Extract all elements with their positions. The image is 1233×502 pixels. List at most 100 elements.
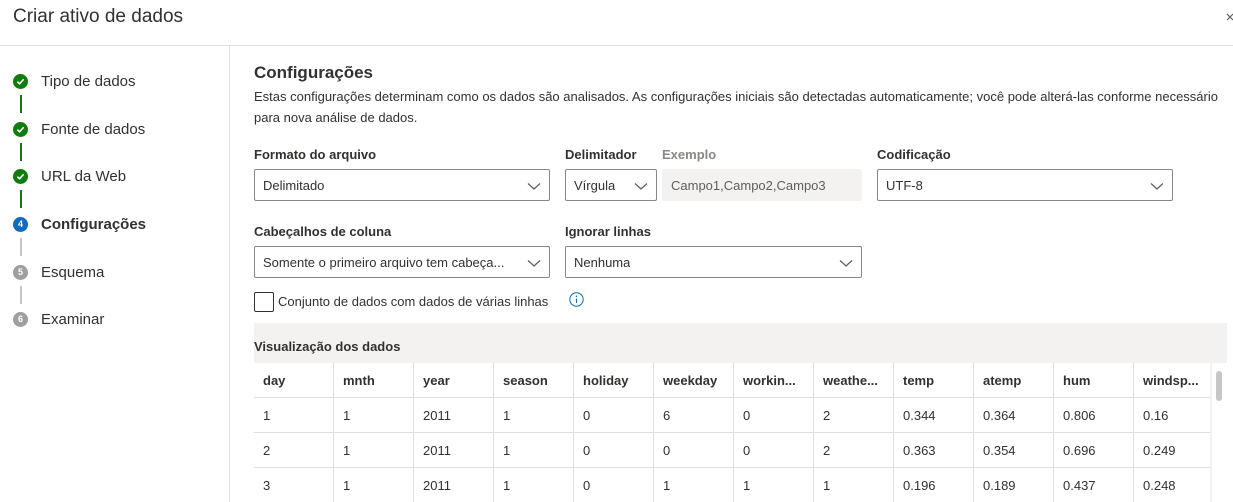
column-header[interactable]: atemp: [974, 363, 1054, 397]
column-header[interactable]: windsp...: [1134, 363, 1210, 397]
table-row: 2 1 2011 1 0 0 0 2 0.363 0.354 0.696 0.2…: [254, 433, 1210, 468]
table-cell: 0.806: [1054, 398, 1134, 432]
section-title: Configurações: [254, 63, 374, 82]
title-bar: Criar ativo de dados: [0, 0, 1233, 46]
column-header[interactable]: temp: [894, 363, 974, 397]
column-header[interactable]: year: [414, 363, 494, 397]
skip-rows-label: Ignorar linhas: [565, 224, 651, 239]
step-esquema[interactable]: 5 Esquema: [13, 260, 104, 284]
delimiter-dropdown[interactable]: Vírgula: [565, 169, 657, 201]
table-cell: 1: [334, 468, 414, 502]
close-icon[interactable]: [1225, 8, 1233, 28]
step-configuracoes[interactable]: 4 Configurações: [13, 212, 146, 236]
table-cell: 1: [494, 468, 574, 502]
checkmark-icon: [13, 73, 28, 89]
table-row: 3 1 2011 1 0 1 1 1 0.196 0.189 0.437 0.2…: [254, 468, 1210, 502]
file-format-label: Formato do arquivo: [254, 147, 377, 162]
preview-title: Visualização dos dados: [254, 339, 401, 354]
table-cell: 2: [254, 433, 334, 467]
file-format-value: Delimitado: [263, 177, 325, 193]
skip-rows-dropdown[interactable]: Nenhuma: [565, 246, 862, 278]
table-cell: 1: [494, 433, 574, 467]
step-label: Fonte de dados: [41, 120, 146, 138]
table-cell: 0: [734, 398, 814, 432]
table-cell: 6: [654, 398, 734, 432]
table-cell: 0.437: [1054, 468, 1134, 502]
column-header[interactable]: season: [494, 363, 574, 397]
step-connector: [20, 286, 22, 304]
multiline-checkbox-label: Conjunto de dados com dados de várias li…: [278, 294, 549, 309]
chevron-down-icon: [527, 179, 541, 193]
example-label: Exemplo: [662, 147, 717, 162]
delimiter-value: Vírgula: [574, 177, 616, 193]
scroll-thumb[interactable]: [1216, 371, 1222, 401]
settings-panel: Configurações Estas configurações determ…: [254, 46, 1233, 502]
table-cell: 0: [734, 433, 814, 467]
table-cell: 0.354: [974, 433, 1054, 467]
table-cell: 3: [254, 468, 334, 502]
column-header[interactable]: workin...: [734, 363, 814, 397]
table-cell: 0.196: [894, 468, 974, 502]
encoding-label: Codificação: [877, 147, 951, 162]
table-cell: 1: [814, 468, 894, 502]
step-fonte-de-dados[interactable]: Fonte de dados: [13, 117, 145, 141]
step-number-badge: 5: [13, 264, 28, 280]
step-label: Esquema: [41, 263, 105, 281]
table-cell: 1: [734, 468, 814, 502]
step-connector: [20, 190, 22, 208]
column-header[interactable]: mnth: [334, 363, 414, 397]
step-tipo-de-dados[interactable]: Tipo de dados: [13, 69, 136, 93]
table-cell: 0.189: [974, 468, 1054, 502]
column-header[interactable]: weathe...: [814, 363, 894, 397]
table-header-row: day mnth year season holiday weekday wor…: [254, 363, 1210, 398]
preview-scrollbar[interactable]: [1212, 363, 1227, 502]
multiline-checkbox[interactable]: [254, 292, 274, 312]
data-preview: Visualização dos dados day mnth year sea…: [254, 323, 1227, 502]
page-title: Criar ativo de dados: [13, 6, 184, 27]
table-cell: 0.16: [1143, 407, 1169, 423]
step-number-badge: 6: [13, 311, 28, 327]
table-cell: 2: [814, 398, 894, 432]
preview-table: day mnth year season holiday weekday wor…: [254, 363, 1210, 502]
column-header[interactable]: holiday: [574, 363, 654, 397]
file-format-dropdown[interactable]: Delimitado: [254, 169, 550, 201]
encoding-dropdown[interactable]: UTF-8: [877, 169, 1173, 201]
step-connector: [20, 238, 22, 256]
table-cell: 1: [334, 398, 414, 432]
step-label: Examinar: [41, 310, 105, 328]
checkmark-icon: [13, 168, 28, 184]
skip-rows-value: Nenhuma: [574, 254, 631, 270]
table-cell: 0.363: [894, 433, 974, 467]
table-cell: 2011: [414, 468, 494, 502]
table-cell: 0.696: [1054, 433, 1134, 467]
encoding-value: UTF-8: [886, 177, 923, 193]
table-cell: 1: [254, 398, 334, 432]
table-cell: 2: [814, 433, 894, 467]
section-description: Estas configurações determinam como os d…: [254, 89, 1218, 125]
step-label: URL da Web: [41, 167, 127, 185]
column-headers-label: Cabeçalhos de coluna: [254, 224, 392, 239]
table-cell: 1: [654, 468, 734, 502]
table-cell: 0: [654, 433, 734, 467]
table-row: 1 1 2011 1 0 6 0 2 0.344 0.364 0.806 0.1…: [254, 398, 1210, 433]
step-number-badge: 4: [13, 216, 28, 232]
wizard-steps: Tipo de dados Fonte de dados URL da Web …: [0, 46, 230, 502]
table-cell: 0.344: [894, 398, 974, 432]
delimiter-label: Delimitador: [565, 147, 637, 162]
column-header[interactable]: hum: [1054, 363, 1134, 397]
step-examinar[interactable]: 6 Examinar: [13, 307, 104, 331]
step-label: Configurações: [41, 215, 147, 233]
info-icon[interactable]: [569, 292, 584, 307]
example-field: Campo1,Campo2,Campo3: [662, 169, 862, 201]
column-headers-dropdown[interactable]: Somente o primeiro arquivo tem cabeça...: [254, 246, 550, 278]
step-label: Tipo de dados: [41, 72, 136, 90]
chevron-down-icon: [634, 179, 648, 193]
table-cell: 0.364: [974, 398, 1054, 432]
chevron-down-icon: [527, 256, 541, 270]
column-header[interactable]: weekday: [654, 363, 734, 397]
step-url-da-web[interactable]: URL da Web: [13, 164, 126, 188]
column-header[interactable]: day: [254, 363, 334, 397]
table-cell: 1: [494, 398, 574, 432]
table-cell: 2011: [414, 433, 494, 467]
table-cell: 0: [574, 468, 654, 502]
